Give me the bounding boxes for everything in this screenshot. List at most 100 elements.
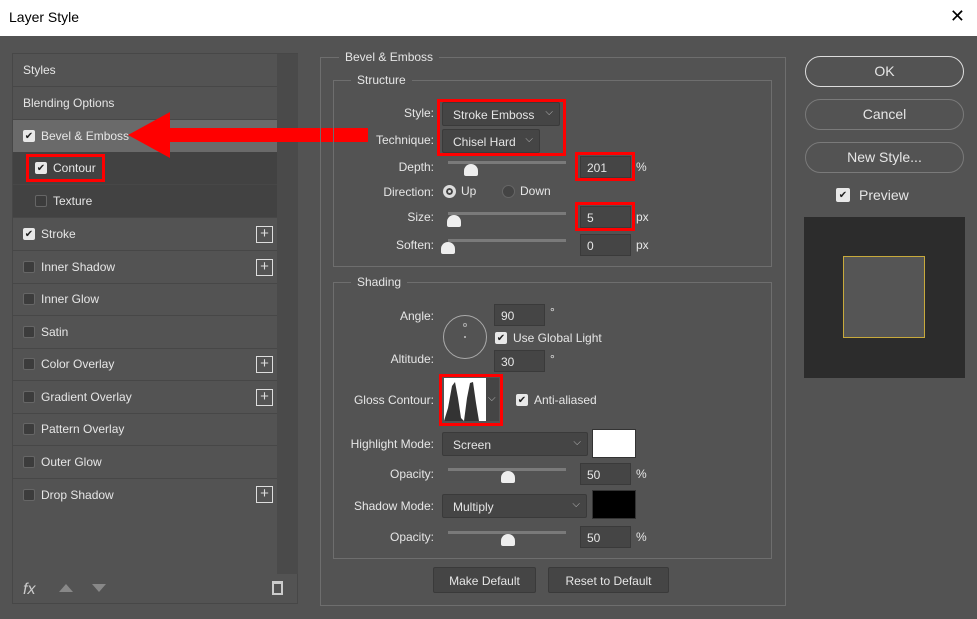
sidebar-item-color-overlay[interactable]: Color Overlay + [13,348,277,381]
checkbox: ✔ [836,188,850,202]
item-label: Outer Glow [41,455,102,469]
shadow-color-swatch[interactable] [592,490,636,519]
new-style-button[interactable]: New Style... [805,142,964,173]
dial-center [464,336,466,338]
highlight-mode-label: Highlight Mode: [350,437,434,451]
sidebar-item-pattern-overlay[interactable]: Pattern Overlay [13,413,277,446]
highlight-box [439,374,503,426]
move-up-icon[interactable] [59,584,73,592]
soften-input[interactable]: 0 [580,234,631,256]
percent-unit: % [636,467,647,481]
highlight-color-swatch[interactable] [592,429,636,458]
use-global-light-checkbox[interactable]: ✔ Use Global Light [495,331,602,345]
percent-unit: % [636,530,647,544]
sidebar-item-satin[interactable]: Satin [13,316,277,349]
down-label: Down [520,184,551,198]
size-label: Size: [407,210,434,224]
checkbox[interactable] [23,293,35,305]
direction-up-radio[interactable]: Up [443,184,477,199]
sidebar-item-stroke[interactable]: ✔ Stroke + [13,218,277,251]
item-label: Inner Glow [41,292,100,306]
highlight-mode-value: Screen [453,438,492,452]
close-icon[interactable]: ✕ [950,6,965,27]
item-label: Gradient Overlay [41,390,132,404]
reset-to-default-button[interactable]: Reset to Default [548,567,669,593]
sidebar-item-texture[interactable]: Texture [13,185,277,218]
chevron-down-icon: ⌵ [573,437,581,448]
sidebar-item-drop-shadow[interactable]: Drop Shadow + [13,478,277,511]
checkbox[interactable] [23,326,35,338]
size-slider-thumb[interactable] [447,215,461,227]
soften-slider[interactable] [448,239,566,242]
checkbox[interactable]: ✔ [23,130,35,142]
shadow-opacity-thumb[interactable] [501,534,515,546]
up-label: Up [461,184,477,198]
checkbox: ✔ [516,394,528,406]
checkbox[interactable] [23,261,35,273]
sidebar-item-outer-glow[interactable]: Outer Glow [13,446,277,479]
highlight-opacity-thumb[interactable] [501,471,515,483]
preview-thumbnail [804,217,965,378]
direction-down-radio[interactable]: Down [502,184,551,199]
move-down-icon[interactable] [92,584,106,592]
degree-unit: ° [550,352,555,366]
chevron-down-icon: ⌵ [572,499,580,510]
group-title: Shading [351,275,408,289]
highlight-opacity-input[interactable]: 50 [580,463,631,485]
sidebar-item-inner-shadow[interactable]: Inner Shadow + [13,251,277,284]
technique-label: Technique: [375,133,434,147]
global-light-label: Use Global Light [513,331,602,345]
angle-input[interactable]: 90 [494,304,545,326]
soften-label: Soften: [395,238,434,252]
window-title: Layer Style [9,9,80,25]
preview-label: Preview [859,187,909,203]
depth-slider-thumb[interactable] [464,164,478,176]
add-icon[interactable]: + [256,486,273,503]
size-slider[interactable] [448,212,566,215]
highlight-box [437,99,566,156]
style-label: Style: [403,106,434,120]
direction-label: Direction: [383,185,434,199]
highlight-mode-dropdown[interactable]: Screen ⌵ [442,432,588,456]
preview-square [843,256,925,338]
gloss-contour-label: Gloss Contour: [353,393,434,407]
ok-button[interactable]: OK [805,56,964,87]
sidebar-item-inner-glow[interactable]: Inner Glow [13,283,277,316]
add-icon[interactable]: + [256,259,273,276]
sidebar-item-gradient-overlay[interactable]: Gradient Overlay + [13,381,277,414]
angle-dial[interactable] [443,315,487,359]
soften-slider-thumb[interactable] [441,242,455,254]
shadow-opacity-input[interactable]: 50 [580,526,631,548]
checkbox: ✔ [495,332,507,344]
light-direction-dot [463,323,467,327]
highlight-box [26,154,105,182]
cancel-button[interactable]: Cancel [805,99,964,130]
item-label: Color Overlay [41,357,115,371]
sidebar-item-styles[interactable]: Styles [13,54,277,87]
shadow-mode-dropdown[interactable]: Multiply ⌵ [442,494,587,518]
item-label: Inner Shadow [41,260,116,274]
item-label: Satin [41,325,69,339]
fx-icon[interactable]: fx [23,581,35,599]
checkbox[interactable] [23,391,35,403]
checkbox[interactable] [23,488,35,501]
soften-unit: px [636,238,649,252]
checkbox[interactable] [23,423,35,435]
preview-checkbox[interactable]: ✔ Preview [836,187,909,203]
depth-slider[interactable] [448,161,566,164]
add-icon[interactable]: + [256,226,273,243]
checkbox[interactable] [23,358,35,370]
add-icon[interactable]: + [256,389,273,406]
checkbox[interactable] [23,456,35,468]
altitude-input[interactable]: 30 [494,350,545,372]
checkbox[interactable]: ✔ [23,228,35,240]
radio-selected [443,185,456,199]
checkbox[interactable] [35,195,47,207]
anti-aliased-checkbox[interactable]: ✔ Anti-aliased [516,393,597,407]
add-icon[interactable]: + [256,356,273,373]
highlight-box [575,202,635,231]
depth-label: Depth: [398,160,434,174]
item-label: Styles [23,63,56,77]
make-default-button[interactable]: Make Default [433,567,536,593]
trash-icon[interactable] [272,581,283,595]
